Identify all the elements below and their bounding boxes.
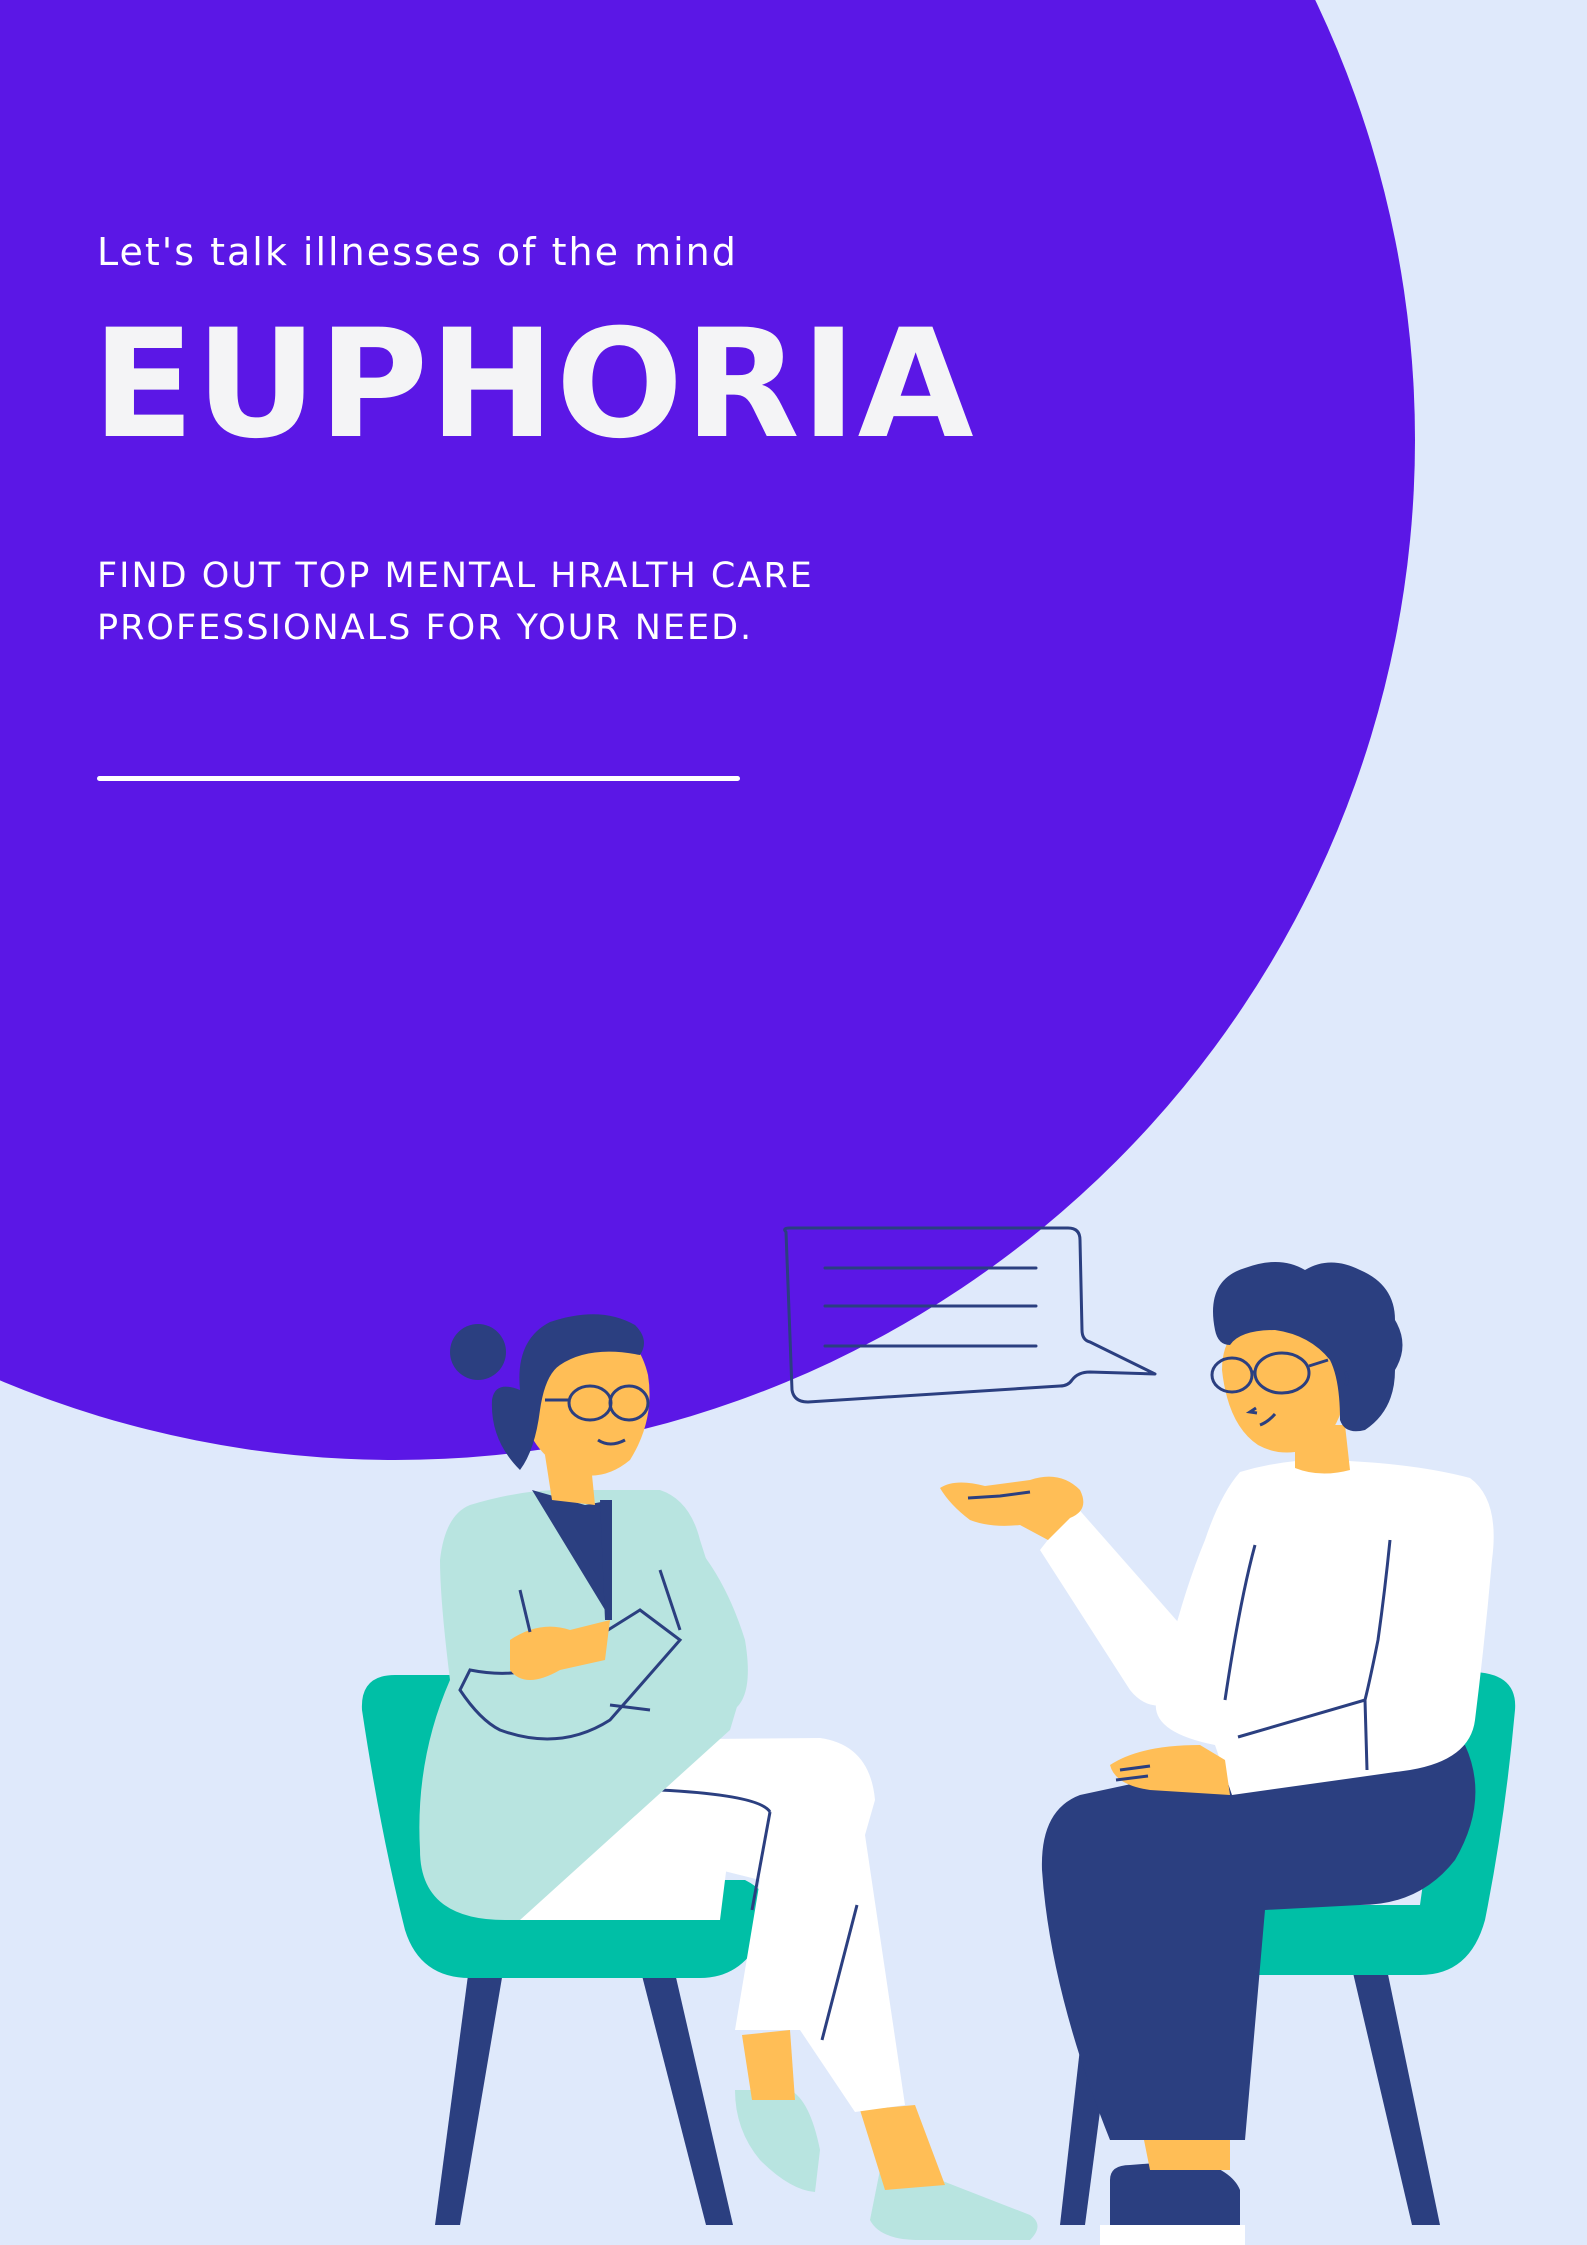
divider — [97, 776, 740, 781]
background-circle — [0, 0, 1415, 1460]
tagline: Let's talk illnesses of the mind — [97, 230, 738, 274]
page-title: EUPHORIA — [92, 298, 975, 472]
poster: Let's talk illnesses of the mind EUPHORI… — [0, 0, 1587, 2245]
therapist-figure — [419, 1314, 1038, 2240]
subtitle: FIND OUT TOP MENTAL HRALTH CARE PROFESSI… — [97, 556, 814, 648]
